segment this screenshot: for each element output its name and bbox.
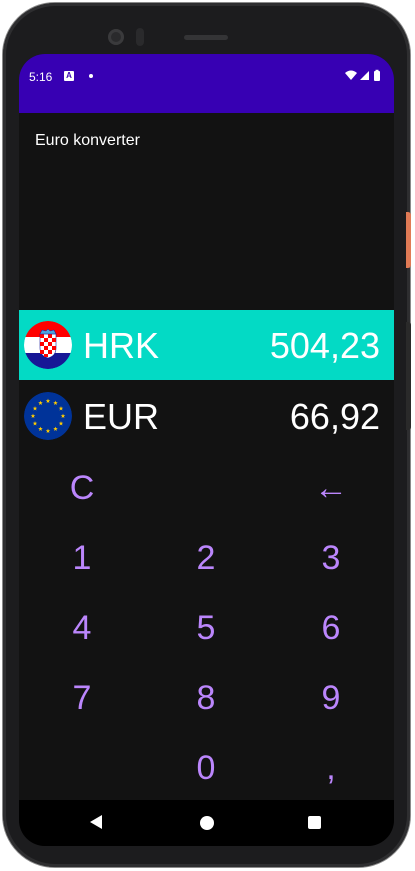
currency-value: 504,23 xyxy=(269,325,380,366)
status-icons xyxy=(344,69,384,83)
status-time: 5:16 xyxy=(29,70,53,84)
battery-icon xyxy=(374,69,380,81)
key-8-button[interactable]: 8 xyxy=(156,668,256,728)
navigation-bar xyxy=(19,800,394,846)
proximity-sensor xyxy=(136,28,144,46)
signal-icon xyxy=(360,71,369,80)
croatia-flag-icon xyxy=(24,321,72,369)
status-bar: 5:16 A xyxy=(19,54,394,113)
key-0-button[interactable]: 0 xyxy=(156,738,256,798)
eu-flag-icon xyxy=(24,392,72,440)
app-title: Euro konverter xyxy=(35,132,140,149)
recents-icon[interactable] xyxy=(308,816,321,829)
currency-row-hrk[interactable]: HRK 504,23 xyxy=(19,310,394,380)
back-icon[interactable] xyxy=(89,814,103,835)
currency-row-eur[interactable]: EUR 66,92 xyxy=(19,381,394,451)
backspace-button[interactable]: ← xyxy=(281,458,381,518)
decimal-comma-button[interactable]: , xyxy=(281,738,381,798)
home-icon[interactable] xyxy=(200,816,214,830)
power-button xyxy=(406,212,411,268)
currency-code: EUR xyxy=(83,396,160,437)
key-2-button[interactable]: 2 xyxy=(156,528,256,588)
clear-button[interactable]: C xyxy=(32,458,132,518)
wifi-icon xyxy=(345,70,357,80)
screen: 5:16 A Euro konverter HRK 504,23 EUR 66,… xyxy=(19,54,394,846)
key-9-button[interactable]: 9 xyxy=(281,668,381,728)
key-6-button[interactable]: 6 xyxy=(281,598,381,658)
front-camera xyxy=(108,29,124,45)
currency-value: 66,92 xyxy=(289,396,380,437)
notification-dot-icon xyxy=(89,74,93,78)
earpiece-speaker xyxy=(184,35,228,40)
currency-code: HRK xyxy=(83,325,160,366)
key-4-button[interactable]: 4 xyxy=(32,598,132,658)
key-7-button[interactable]: 7 xyxy=(32,668,132,728)
notification-a-icon: A xyxy=(64,71,74,81)
key-1-button[interactable]: 1 xyxy=(32,528,132,588)
volume-button xyxy=(406,322,411,430)
key-3-button[interactable]: 3 xyxy=(281,528,381,588)
key-5-button[interactable]: 5 xyxy=(156,598,256,658)
